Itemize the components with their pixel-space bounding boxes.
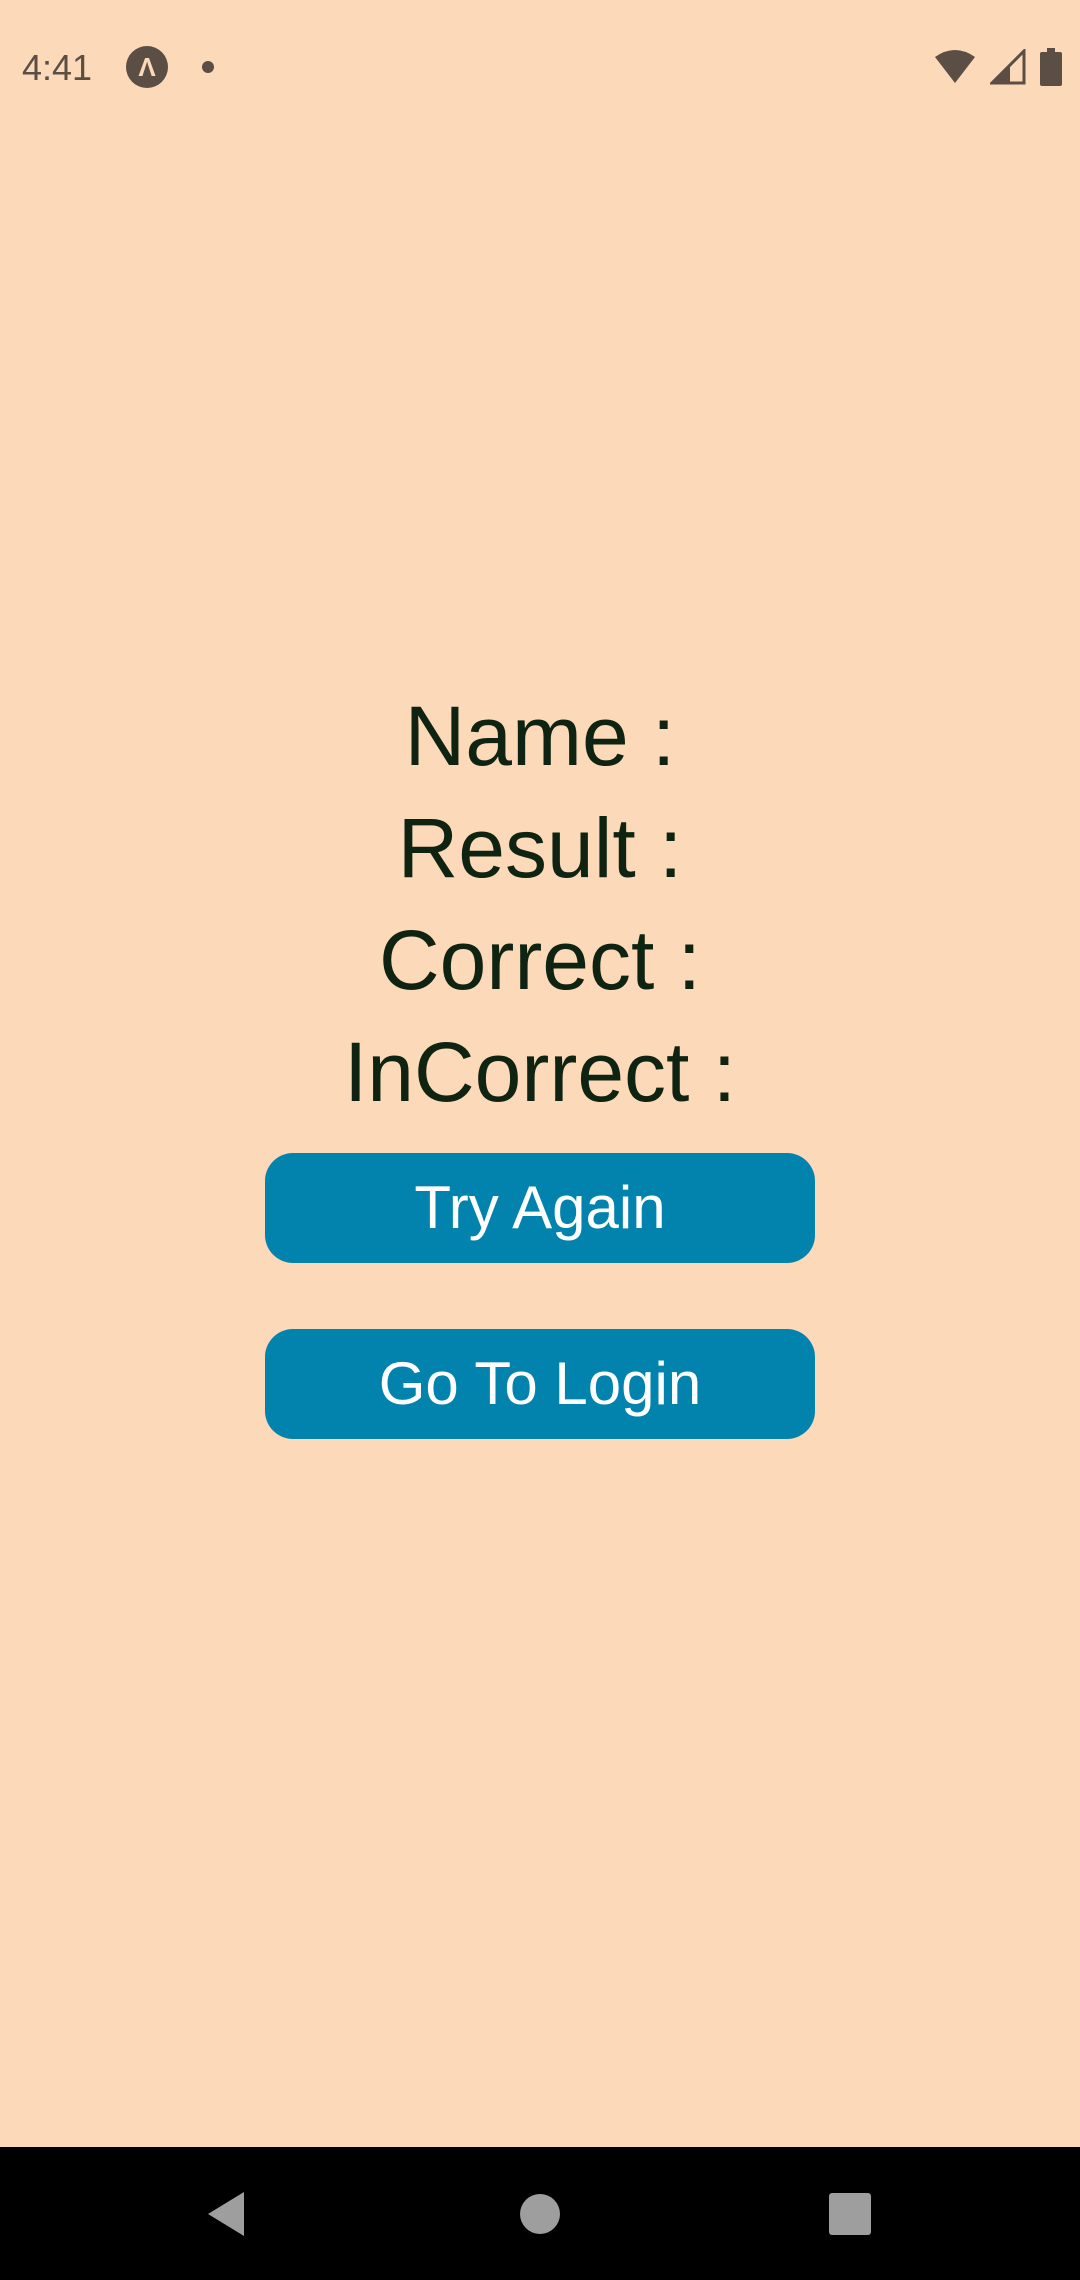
- home-icon: [520, 2193, 560, 2234]
- wifi-icon: [934, 49, 976, 85]
- battery-icon: [1040, 48, 1062, 86]
- signal-icon: [990, 49, 1026, 85]
- result-label: Result :: [397, 801, 683, 895]
- back-button[interactable]: [156, 2147, 296, 2280]
- status-icons: [934, 46, 1062, 88]
- app-notification-icon: Λ: [126, 46, 168, 88]
- incorrect-label: InCorrect :: [343, 1025, 737, 1119]
- go-to-login-button[interactable]: Go To Login: [265, 1329, 815, 1439]
- notification-dot-icon: [202, 61, 214, 73]
- screen: 4:41 Λ Name : Result: Correct: InCorre…: [0, 0, 1080, 2280]
- status-time: 4:41: [22, 47, 93, 88]
- back-icon: [208, 2191, 244, 2236]
- correct-label: Correct :: [378, 913, 702, 1007]
- name-label: Name :: [404, 689, 676, 783]
- result-summary: Name : Result : Correct : InCorrect :: [0, 680, 1080, 1128]
- navigation-bar: [0, 2147, 1080, 2280]
- recents-icon: [829, 2192, 871, 2235]
- status-bar: 4:41 Λ: [0, 0, 1080, 134]
- home-button[interactable]: [470, 2147, 610, 2280]
- try-again-button[interactable]: Try Again: [265, 1153, 815, 1263]
- recents-button[interactable]: [780, 2147, 920, 2280]
